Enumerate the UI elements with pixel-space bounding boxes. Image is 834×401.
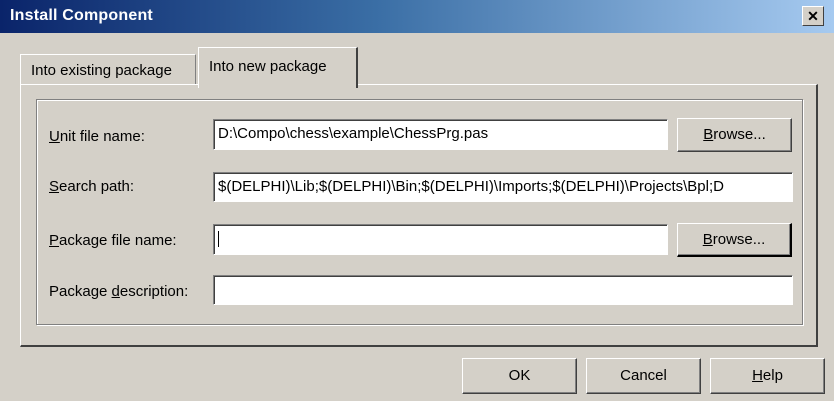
cancel-button[interactable]: Cancel (586, 358, 701, 394)
install-component-dialog: Install Component ✕ Into existing packag… (0, 0, 834, 401)
tab-label: Into existing package (31, 62, 172, 79)
ok-button[interactable]: OK (462, 358, 577, 394)
help-button[interactable]: Help (710, 358, 825, 394)
window-title: Install Component (10, 7, 153, 24)
text-caret (218, 231, 219, 248)
tab-label: Into new package (209, 58, 327, 75)
package-description-label: Package description: (49, 283, 189, 300)
search-path-field[interactable]: $(DELPHI)\Lib;$(DELPHI)\Bin;$(DELPHI)\Im… (213, 172, 793, 202)
close-icon: ✕ (807, 8, 819, 24)
package-description-field[interactable] (213, 275, 793, 305)
tab-into-new-package[interactable]: Into new package (198, 47, 358, 88)
package-file-label: Package file name: (49, 232, 177, 249)
unit-file-label: Unit file name: (49, 128, 145, 145)
search-path-label: Search path: (49, 178, 135, 195)
title-bar[interactable]: Install Component ✕ (0, 0, 834, 33)
close-button[interactable]: ✕ (802, 6, 824, 26)
tab-into-existing-package[interactable]: Into existing package (20, 54, 196, 85)
browse-package-button[interactable]: Browse... (677, 223, 792, 257)
browse-unit-button[interactable]: Browse... (677, 118, 792, 152)
package-file-field[interactable] (213, 224, 668, 255)
unit-file-field[interactable]: D:\Compo\chess\example\ChessPrg.pas (213, 119, 668, 150)
